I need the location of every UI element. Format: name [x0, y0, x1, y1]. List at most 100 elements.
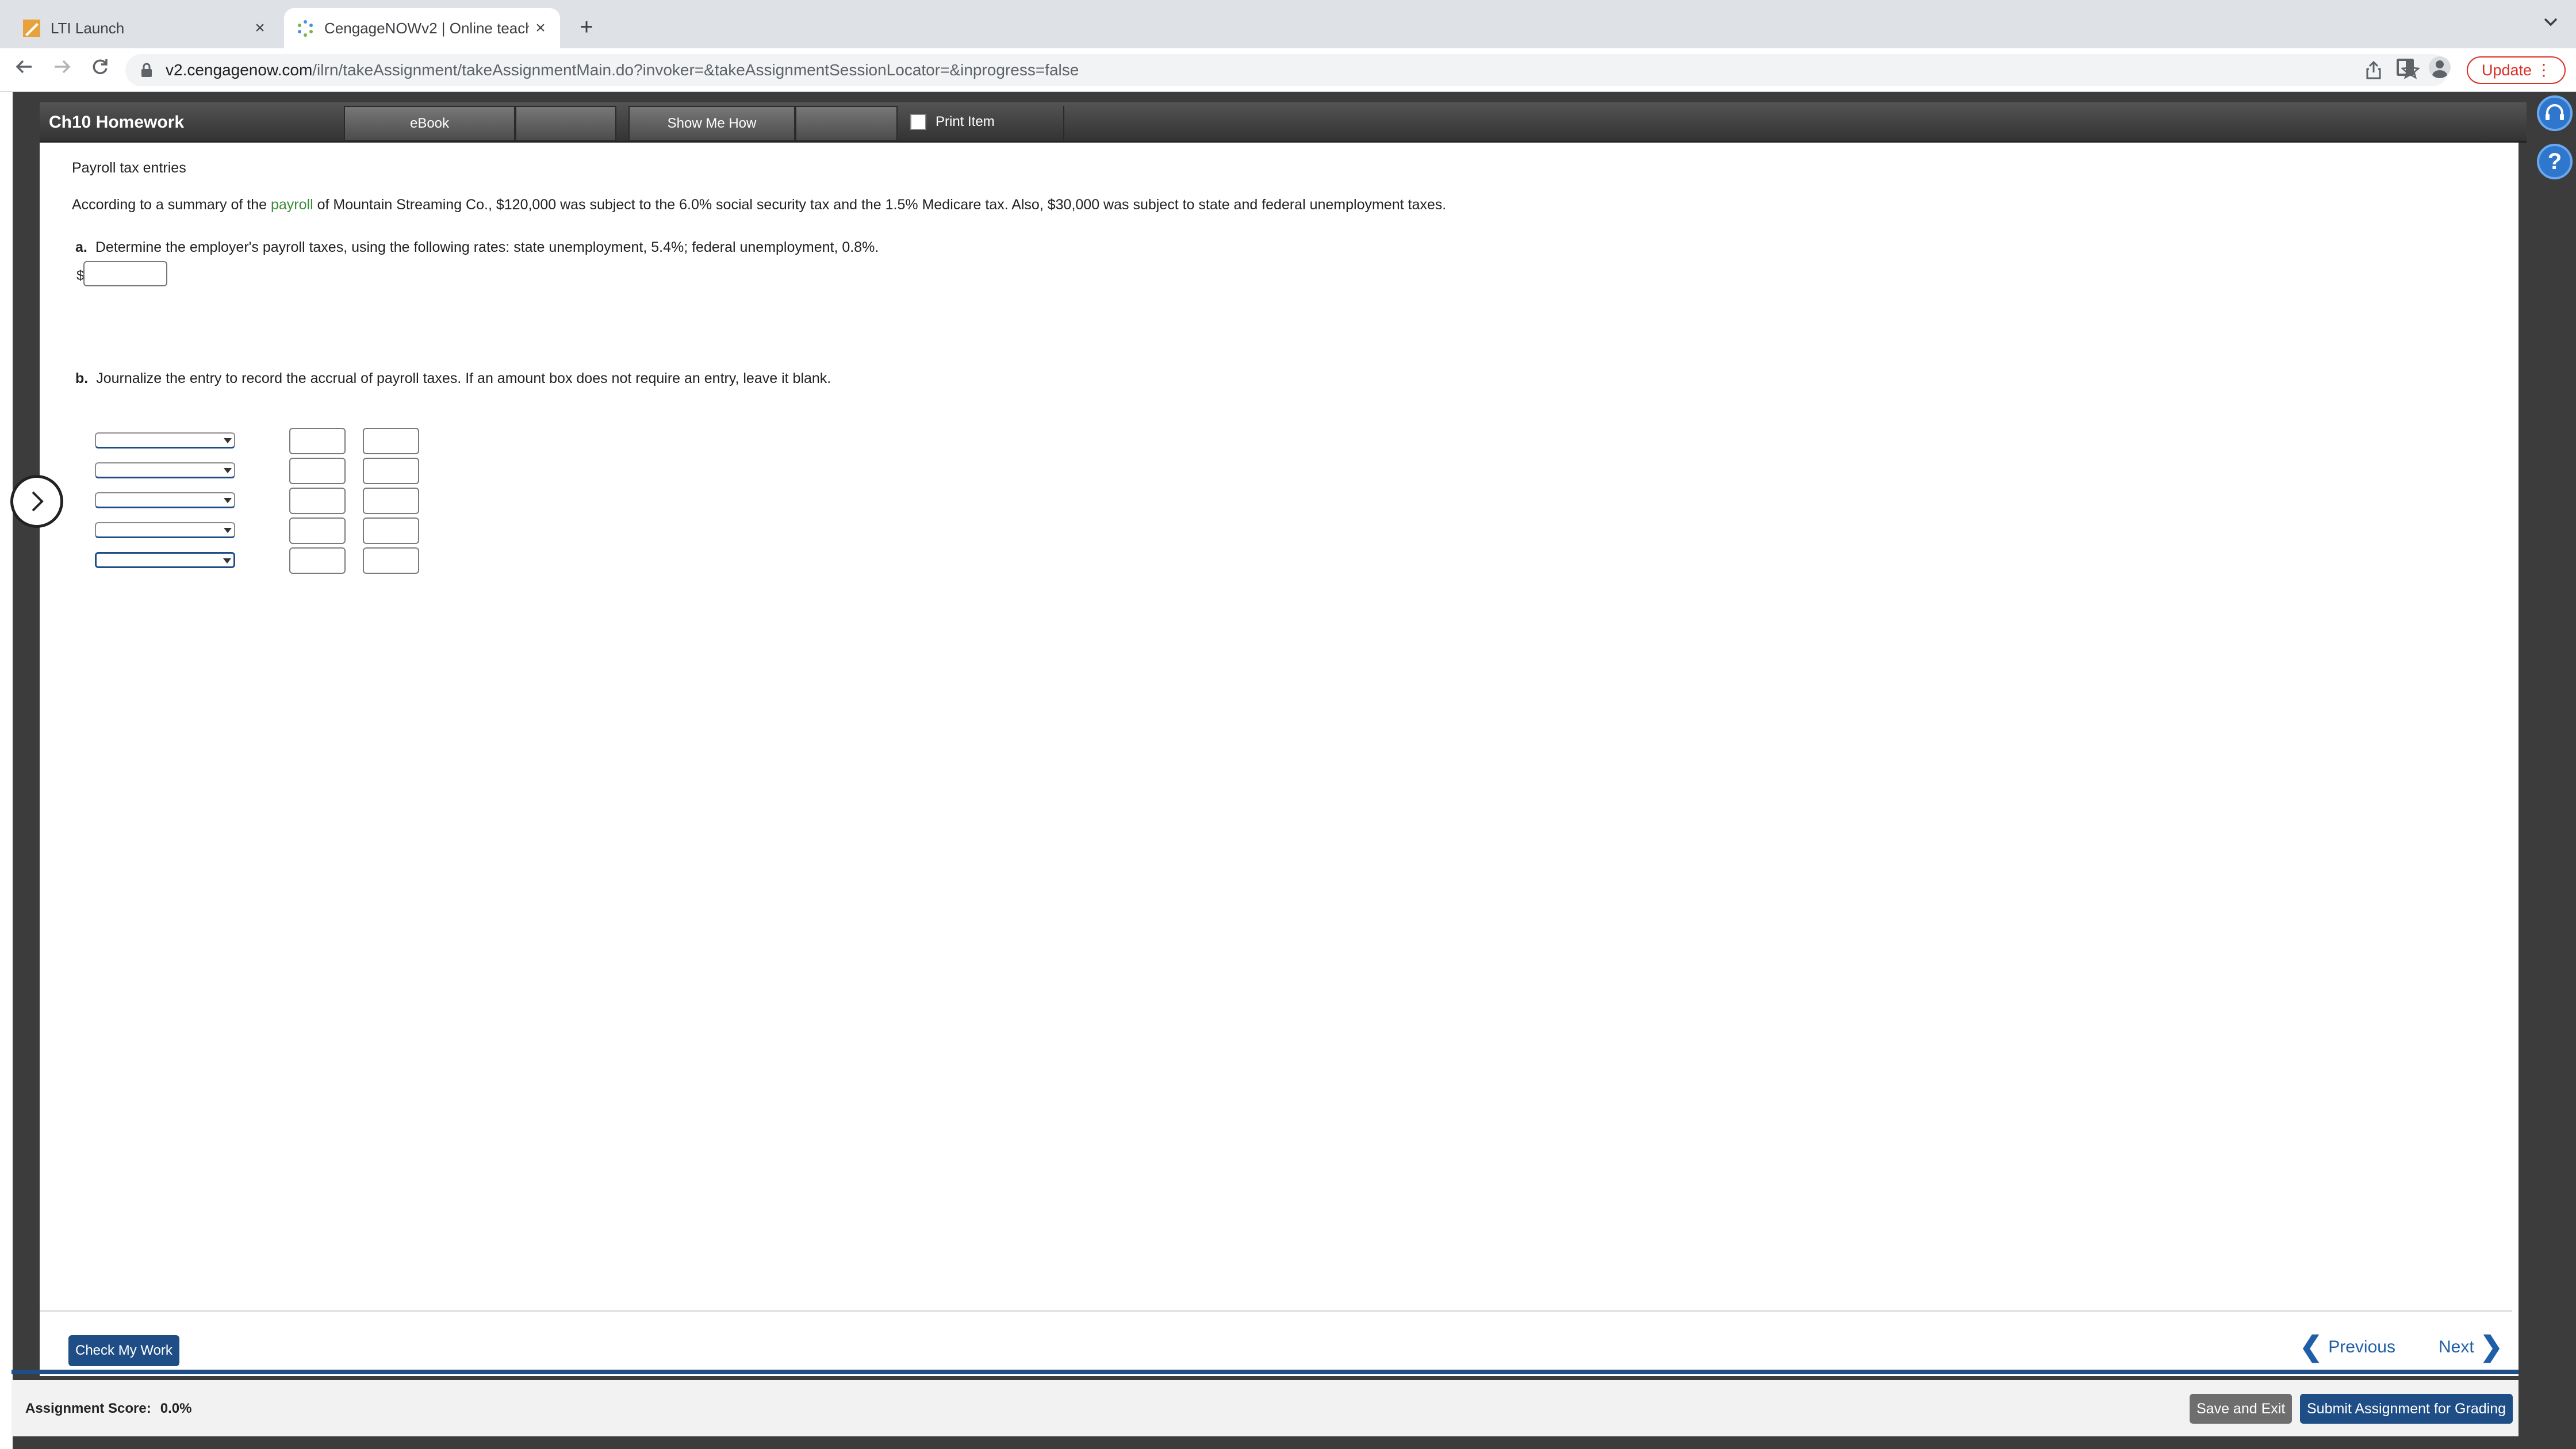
address-bar[interactable]: v2.cengagenow.com/ilrn/takeAssignment/ta… [125, 54, 2448, 86]
tab-lti-launch[interactable]: LTI Launch × [9, 8, 279, 48]
dropdown-caret-icon [224, 498, 232, 503]
part-a-prompt: a. Determine the employer's payroll taxes… [75, 239, 879, 256]
submit-assignment-button[interactable]: Submit Assignment for Grading [2300, 1394, 2513, 1424]
score-label: Assignment Score: [25, 1401, 151, 1416]
help-button[interactable]: ? [2537, 144, 2573, 179]
payroll-glossary-link[interactable]: payroll [271, 197, 313, 213]
lock-icon [141, 63, 152, 77]
reload-button[interactable] [86, 56, 114, 84]
back-arrow-icon [16, 60, 32, 74]
journal-row [95, 547, 419, 576]
problem-text-end: of Mountain Streaming Co., $120,000 was … [313, 197, 1447, 213]
credit-input[interactable] [363, 458, 419, 484]
forward-arrow-icon [55, 60, 71, 74]
journal-row [95, 458, 419, 486]
score-value: 0.0% [160, 1401, 192, 1416]
support-button[interactable] [2537, 95, 2573, 131]
part-b-text: Journalize the entry to record the accru… [96, 370, 831, 386]
footer-divider [12, 1370, 2518, 1374]
part-a-text: Determine the employer's payroll taxes, … [95, 239, 879, 255]
account-dropdown[interactable] [95, 552, 235, 568]
lti-favicon-icon [23, 20, 40, 37]
tab-title: CengageNOWv2 | Online teach [324, 19, 529, 37]
back-button[interactable] [10, 56, 38, 84]
print-item-toggle[interactable]: Print Item [910, 110, 995, 133]
header-divider [1063, 106, 1064, 141]
show-me-how-tab[interactable]: Show Me How [628, 106, 795, 141]
share-icon[interactable] [2366, 61, 2382, 79]
profile-icon[interactable] [2429, 56, 2451, 78]
ebook-tab[interactable]: eBook [344, 106, 515, 141]
payroll-taxes-input[interactable] [83, 261, 167, 286]
problem-content: Payroll tax entries According to a summa… [40, 143, 2512, 1310]
previous-label: Previous [2328, 1337, 2395, 1356]
close-tab-icon[interactable]: × [529, 18, 552, 38]
blank-tab [515, 106, 616, 141]
problem-title: Payroll tax entries [72, 160, 186, 176]
assignment-header: Ch10 Homework eBook Show Me How Print It… [40, 102, 2527, 143]
dropdown-caret-icon [223, 558, 231, 564]
account-dropdown[interactable] [95, 462, 235, 478]
tab-cengagenow[interactable]: CengageNOWv2 | Online teach × [284, 8, 560, 48]
problem-text-start: According to a summary of the [72, 197, 271, 213]
assignment-title: Ch10 Homework [49, 113, 185, 132]
debit-input[interactable] [289, 428, 346, 454]
part-b-label: b. [75, 370, 89, 386]
forward-button[interactable] [48, 56, 76, 84]
reload-icon [93, 59, 108, 74]
next-link[interactable]: Next ❯ [2439, 1333, 2503, 1362]
toolbar-icons [2397, 56, 2451, 78]
right-rail: ? [2529, 92, 2576, 1449]
journal-row [95, 428, 419, 457]
close-tab-icon[interactable]: × [248, 18, 271, 38]
check-my-work-button[interactable]: Check My Work [68, 1335, 179, 1366]
save-and-exit-button[interactable]: Save and Exit [2190, 1394, 2293, 1424]
journal-row [95, 518, 419, 546]
print-item-checkbox[interactable] [910, 114, 926, 130]
assignment-score: Assignment Score: 0.0% [25, 1401, 191, 1417]
account-dropdown[interactable] [95, 522, 235, 538]
expand-sidebar-button[interactable] [10, 475, 63, 528]
browser-tab-strip: LTI Launch × CengageNOWv2 | Online teach… [0, 0, 2576, 48]
journal-row [95, 488, 419, 516]
part-a-label: a. [75, 239, 87, 255]
menu-kebab-icon[interactable]: ⋮ [2536, 61, 2552, 79]
credit-input[interactable] [363, 547, 419, 574]
next-label: Next [2439, 1337, 2474, 1356]
dropdown-caret-icon [224, 438, 232, 443]
side-panel-icon[interactable] [2397, 59, 2414, 76]
tab-title: LTI Launch [51, 19, 125, 37]
credit-input[interactable] [363, 488, 419, 514]
credit-input[interactable] [363, 428, 419, 454]
chevron-left-icon: ❮ [2299, 1332, 2323, 1362]
assignment-frame: Ch10 Homework eBook Show Me How Print It… [32, 102, 2527, 1376]
headset-icon [2546, 104, 2564, 120]
url-host: v2.cengagenow.com [166, 61, 313, 79]
debit-input[interactable] [289, 488, 346, 514]
update-button[interactable]: Update ⋮ [2467, 56, 2566, 84]
dropdown-caret-icon [224, 468, 232, 473]
url-path: /ilrn/takeAssignment/takeAssignmentMain.… [312, 61, 1079, 79]
cengage-favicon-icon [298, 20, 313, 37]
update-label: Update [2482, 61, 2532, 79]
browser-toolbar: v2.cengagenow.com/ilrn/takeAssignment/ta… [0, 48, 2576, 92]
problem-statement: According to a summary of the payroll of… [72, 197, 1446, 213]
chevron-right-icon: ❯ [2479, 1332, 2503, 1362]
part-b-prompt: b. Journalize the entry to record the acc… [75, 370, 831, 387]
print-item-label: Print Item [936, 114, 995, 129]
problem-footer: Check My Work ❮ Previous Next ❯ [40, 1310, 2512, 1374]
chevron-down-icon[interactable] [2543, 16, 2559, 28]
account-dropdown[interactable] [95, 432, 235, 448]
blank-tab [795, 106, 898, 141]
dropdown-caret-icon [224, 528, 232, 533]
debit-input[interactable] [289, 547, 346, 574]
help-icon: ? [2547, 148, 2562, 174]
new-tab-button[interactable]: + [575, 13, 598, 41]
account-dropdown[interactable] [95, 492, 235, 508]
debit-input[interactable] [289, 518, 346, 544]
credit-input[interactable] [363, 518, 419, 544]
page-area: Ch10 Homework eBook Show Me How Print It… [0, 92, 2576, 1449]
previous-link[interactable]: ❮ Previous [2299, 1333, 2395, 1362]
debit-input[interactable] [289, 458, 346, 484]
left-gutter [0, 92, 13, 1449]
